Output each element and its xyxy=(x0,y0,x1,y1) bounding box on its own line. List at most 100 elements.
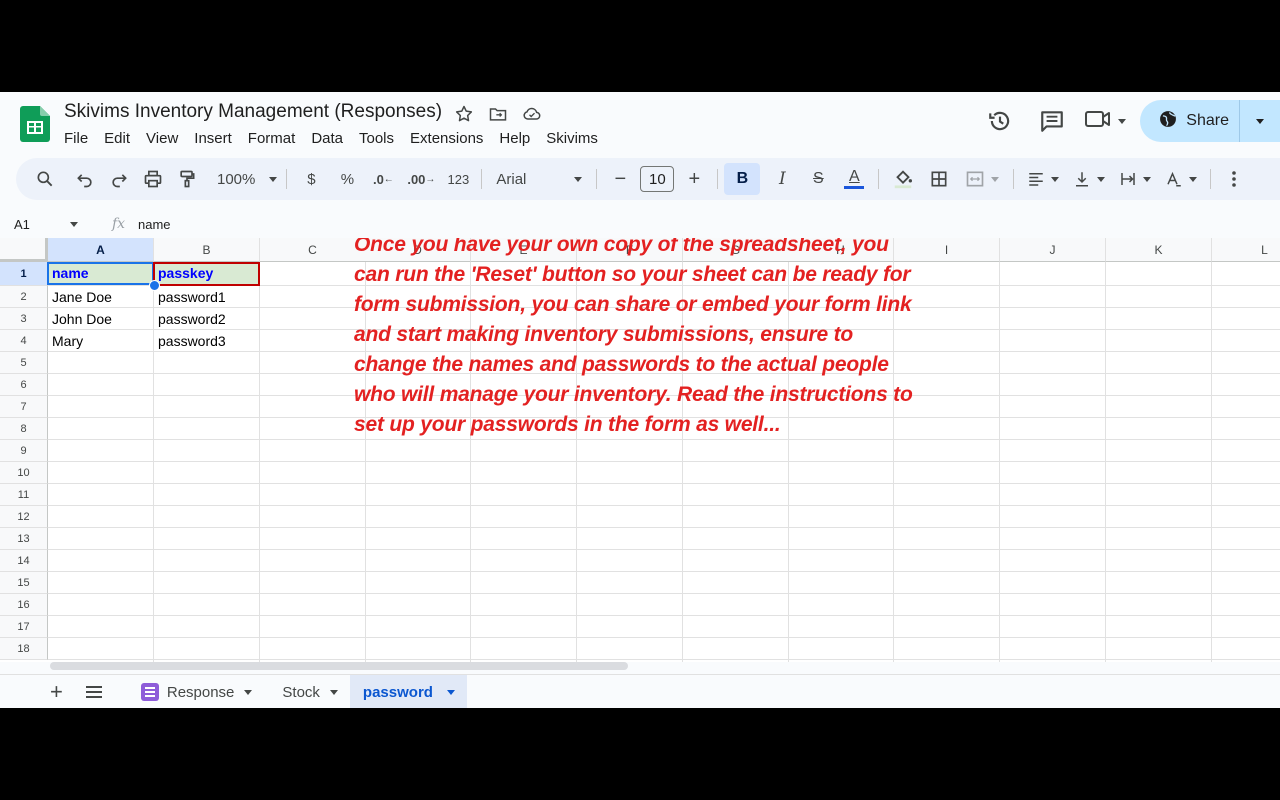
sheets-logo-icon[interactable] xyxy=(20,106,50,142)
row-header-2[interactable]: 2 xyxy=(0,286,48,308)
row-header-14[interactable]: 14 xyxy=(0,550,48,572)
row-gridline xyxy=(48,505,1280,506)
row-header-4[interactable]: 4 xyxy=(0,330,48,352)
row-header-3[interactable]: 3 xyxy=(0,308,48,330)
row-header-12[interactable]: 12 xyxy=(0,506,48,528)
text-wrapping-button[interactable] xyxy=(1112,163,1158,195)
column-header-l[interactable]: L xyxy=(1212,238,1280,262)
column-header-c[interactable]: C xyxy=(260,238,366,262)
row-gridline xyxy=(48,461,1280,462)
row-header-16[interactable]: 16 xyxy=(0,594,48,616)
history-icon[interactable] xyxy=(980,101,1020,141)
add-sheet-button[interactable]: + xyxy=(40,675,73,708)
cell-b2[interactable]: password1 xyxy=(154,286,260,308)
paint-format-icon xyxy=(180,170,195,188)
document-title[interactable]: Skivims Inventory Management (Responses) xyxy=(64,101,442,123)
fill-handle[interactable] xyxy=(149,280,160,291)
toolbar-divider xyxy=(596,169,598,189)
cell-b3[interactable]: password2 xyxy=(154,308,260,330)
fill-color-button[interactable] xyxy=(885,163,921,195)
cell-a4[interactable]: Mary xyxy=(48,330,154,352)
currency-format-button[interactable]: $ xyxy=(293,163,329,195)
row-header-1[interactable]: 1 xyxy=(0,262,48,286)
select-all-corner[interactable] xyxy=(0,238,48,262)
sheets-app: Skivims Inventory Management (Responses)… xyxy=(0,92,1280,708)
column-header-a[interactable]: A xyxy=(48,238,154,262)
menu-format[interactable]: Format xyxy=(240,128,304,149)
horizontal-align-button[interactable] xyxy=(1020,163,1066,195)
more-vert-icon xyxy=(1232,171,1237,187)
zoom-select[interactable]: 100% xyxy=(214,163,280,195)
column-header-b[interactable]: B xyxy=(154,238,260,262)
row-gridline xyxy=(48,571,1280,572)
merge-cells-button[interactable] xyxy=(957,163,1007,195)
share-options-button[interactable] xyxy=(1239,100,1280,142)
borders-button[interactable] xyxy=(921,163,957,195)
menu-help[interactable]: Help xyxy=(491,128,538,149)
menu-view[interactable]: View xyxy=(138,128,186,149)
paint-format-button[interactable] xyxy=(170,163,204,195)
menu-edit[interactable]: Edit xyxy=(96,128,138,149)
bold-button[interactable]: B xyxy=(724,163,761,195)
star-icon[interactable] xyxy=(452,102,476,126)
row-header-9[interactable]: 9 xyxy=(0,440,48,462)
all-sheets-button[interactable] xyxy=(73,675,115,708)
row-header-18[interactable]: 18 xyxy=(0,638,48,660)
menu-skivims[interactable]: Skivims xyxy=(538,128,606,149)
column-header-k[interactable]: K xyxy=(1106,238,1212,262)
share-button[interactable]: Share xyxy=(1140,100,1239,142)
cell-b4[interactable]: password3 xyxy=(154,330,260,352)
menu-insert[interactable]: Insert xyxy=(186,128,240,149)
increase-font-size-button[interactable]: + xyxy=(677,163,711,195)
text-color-button[interactable]: A xyxy=(836,163,872,195)
horizontal-scrollbar[interactable] xyxy=(50,662,628,670)
font-family-select[interactable]: Arial xyxy=(488,163,590,195)
menu-data[interactable]: Data xyxy=(303,128,351,149)
number-format-button[interactable]: 123 xyxy=(441,163,475,195)
row-header-13[interactable]: 13 xyxy=(0,528,48,550)
row-header-5[interactable]: 5 xyxy=(0,352,48,374)
row-header-8[interactable]: 8 xyxy=(0,418,48,440)
text-rotation-button[interactable] xyxy=(1158,163,1204,195)
row-header-10[interactable]: 10 xyxy=(0,462,48,484)
undo-icon xyxy=(77,174,92,188)
toolbar-divider xyxy=(481,169,483,189)
tab-stock[interactable]: Stock xyxy=(270,675,350,708)
menu-file[interactable]: File xyxy=(56,128,96,149)
cloud-saved-icon[interactable] xyxy=(520,102,544,126)
row-header-17[interactable]: 17 xyxy=(0,616,48,638)
vertical-align-button[interactable] xyxy=(1066,163,1112,195)
name-box[interactable]: A1 xyxy=(0,217,88,232)
undo-button[interactable] xyxy=(68,163,102,195)
cell-a3[interactable]: John Doe xyxy=(48,308,154,330)
print-icon xyxy=(144,170,162,188)
menu-tools[interactable]: Tools xyxy=(351,128,402,149)
row-header-6[interactable]: 6 xyxy=(0,374,48,396)
font-size-box[interactable]: 10 xyxy=(637,163,677,195)
meet-button[interactable] xyxy=(1084,108,1127,135)
italic-button[interactable]: I xyxy=(764,163,800,195)
percent-format-button[interactable]: % xyxy=(329,163,365,195)
print-button[interactable] xyxy=(136,163,170,195)
spreadsheet-grid[interactable]: A B C D E F G H I J K L 1 2 3 4 5 6 7 8 9 10 11 12 13 14 15 16 17 18 … xyxy=(0,238,1280,662)
row-header-11[interactable]: 11 xyxy=(0,484,48,506)
cell-a2[interactable]: Jane Doe xyxy=(48,286,154,308)
column-header-j[interactable]: J xyxy=(1000,238,1106,262)
strikethrough-button[interactable]: S xyxy=(800,163,836,195)
move-folder-icon[interactable] xyxy=(486,102,510,126)
tab-password[interactable]: password xyxy=(349,675,467,708)
increase-decimal-button[interactable]: .00 → xyxy=(401,163,441,195)
text-wrap-icon xyxy=(1121,173,1136,185)
redo-button[interactable] xyxy=(102,163,136,195)
comments-icon[interactable] xyxy=(1032,101,1072,141)
row-header-7[interactable]: 7 xyxy=(0,396,48,418)
search-menus-button[interactable] xyxy=(28,163,62,195)
more-options-button[interactable] xyxy=(1217,163,1251,195)
formula-input[interactable]: name xyxy=(138,217,171,232)
decrease-font-size-button[interactable]: − xyxy=(603,163,637,195)
row-header-15[interactable]: 15 xyxy=(0,572,48,594)
menu-extensions[interactable]: Extensions xyxy=(402,128,491,149)
decrease-decimal-button[interactable]: .0 ← xyxy=(365,163,401,195)
instruction-note: Once you have your own copy of the sprea… xyxy=(354,238,913,436)
tab-response[interactable]: Response xyxy=(129,675,265,708)
